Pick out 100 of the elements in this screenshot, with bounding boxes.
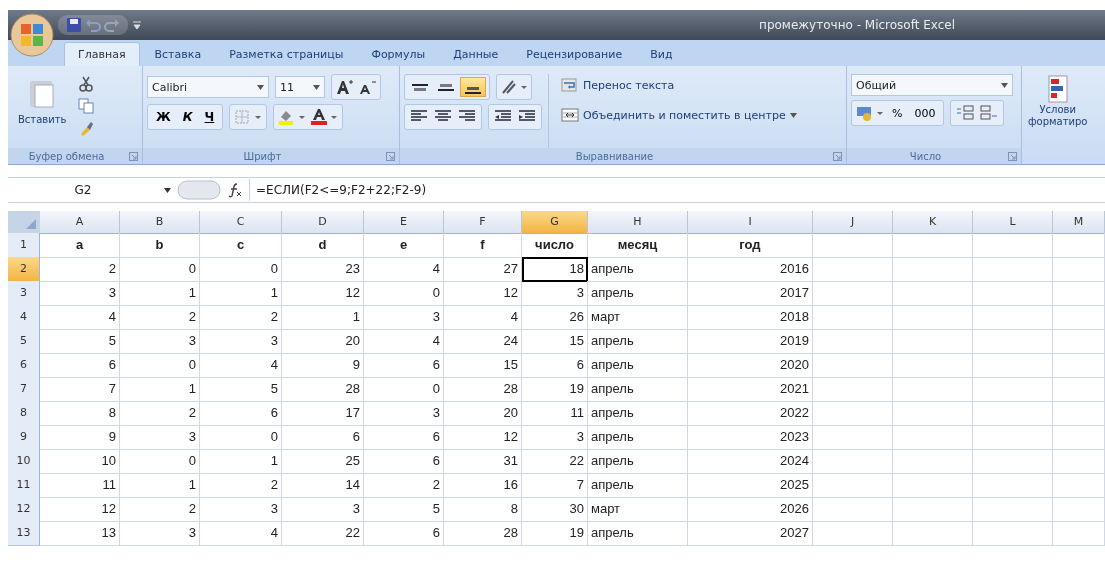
dropdown-icon[interactable] — [164, 187, 171, 193]
table-cell: 2 — [200, 473, 282, 498]
currency-icon[interactable] — [855, 104, 885, 122]
row-header[interactable]: 5 — [8, 329, 40, 354]
merge-center-button[interactable]: Объединить и поместить в центре — [555, 104, 803, 126]
column-header[interactable]: M — [1053, 211, 1105, 234]
table-cell: 2 — [200, 305, 282, 330]
column-header[interactable]: E — [364, 211, 444, 234]
table-cell: 0 — [364, 377, 444, 402]
table-cell: 0 — [364, 281, 444, 306]
font-name-field[interactable]: Calibri — [147, 76, 269, 98]
font-color-icon[interactable] — [309, 108, 340, 126]
table-cell: 2023 — [688, 425, 813, 450]
column-header[interactable]: G — [522, 211, 588, 234]
table-cell: 11 — [522, 401, 588, 426]
table-cell: 8 — [444, 497, 522, 522]
table-cell: f — [444, 233, 522, 258]
table-cell: месяц — [588, 233, 688, 258]
table-cell: 20 — [282, 329, 364, 354]
italic-button[interactable]: К — [177, 107, 198, 127]
column-header[interactable]: H — [588, 211, 688, 234]
table-cell: 31 — [444, 449, 522, 474]
table-cell: 6 — [282, 425, 364, 450]
ribbon-tab[interactable]: Рецензирование — [513, 43, 636, 66]
row-header[interactable]: 13 — [8, 521, 40, 546]
table-cell: 0 — [120, 353, 200, 378]
table-cell: 2 — [40, 257, 120, 282]
table-cell: 12 — [444, 425, 522, 450]
table-cell: 3 — [40, 281, 120, 306]
number-format-field[interactable]: Общий — [851, 74, 1013, 96]
align-bottom-button[interactable] — [460, 77, 486, 97]
row-header[interactable]: 4 — [8, 305, 40, 330]
table-cell: 2017 — [688, 281, 813, 306]
table-cell: 0 — [200, 257, 282, 282]
formula-field[interactable]: =ЕСЛИ(F2<=9;F2+22;F2-9) — [249, 179, 1105, 201]
ribbon-tab[interactable]: Главная — [64, 42, 140, 66]
brush-icon[interactable] — [78, 120, 95, 136]
table-cell: 2026 — [688, 497, 813, 522]
column-header[interactable]: D — [282, 211, 364, 234]
ribbon-tab[interactable]: Разметка страницы — [216, 43, 357, 66]
name-box[interactable]: G2 — [8, 183, 158, 197]
conditional-formatting-button[interactable]: Услови форматиро — [1026, 74, 1090, 164]
table-cell: 2016 — [688, 257, 813, 282]
row-header[interactable]: 10 — [8, 449, 40, 474]
thousands-button[interactable]: 000 — [909, 103, 941, 123]
table-cell[interactable]: 18 — [522, 257, 588, 282]
ribbon-tab[interactable]: Вставка — [141, 43, 215, 66]
formula-controls-icon — [177, 180, 221, 200]
wrap-text-button[interactable]: Перенос текста — [555, 74, 803, 96]
row-header[interactable]: 9 — [8, 425, 40, 450]
table-cell: 8 — [40, 401, 120, 426]
align-top-icon — [412, 83, 428, 91]
table-cell: 9 — [40, 425, 120, 450]
table-cell: 6 — [200, 401, 282, 426]
column-header[interactable]: I — [688, 211, 813, 234]
column-header[interactable]: A — [40, 211, 120, 234]
font-size-field[interactable]: 11 — [275, 76, 325, 98]
row-header[interactable]: 2 — [8, 257, 40, 282]
row-header[interactable]: 7 — [8, 377, 40, 402]
group-label: Выравнивание — [574, 150, 655, 162]
ribbon-tab[interactable]: Данные — [440, 43, 512, 66]
wrap-text-icon — [561, 77, 579, 93]
paste-button[interactable]: Вставить — [12, 74, 73, 148]
column-header[interactable]: K — [893, 211, 973, 234]
column-header[interactable]: L — [973, 211, 1053, 234]
table-cell: 22 — [282, 521, 364, 546]
table-cell: 2019 — [688, 329, 813, 354]
table-cell: год — [688, 233, 813, 258]
table-cell: 3 — [120, 521, 200, 546]
row-header[interactable]: 8 — [8, 401, 40, 426]
percent-button[interactable]: % — [887, 103, 908, 123]
save-icon[interactable] — [66, 17, 82, 33]
ribbon-tab[interactable]: Вид — [637, 43, 686, 66]
ribbon-tab[interactable]: Формулы — [358, 43, 439, 66]
table-cell: апрель — [588, 257, 688, 282]
table-cell: 6 — [364, 521, 444, 546]
column-header[interactable]: B — [120, 211, 200, 234]
row-header[interactable]: 3 — [8, 281, 40, 306]
function-icon[interactable] — [227, 182, 243, 198]
column-header[interactable]: J — [813, 211, 893, 234]
scissors-icon[interactable] — [78, 76, 95, 92]
row-header[interactable]: 11 — [8, 473, 40, 498]
table-cell: 25 — [282, 449, 364, 474]
orientation-icon[interactable] — [500, 78, 528, 96]
table-cell: 0 — [120, 449, 200, 474]
empty-cell — [1053, 353, 1105, 378]
table-cell: 2 — [120, 305, 200, 330]
bold-button[interactable]: Ж — [151, 107, 176, 127]
fill-color-icon[interactable] — [277, 108, 308, 126]
table-cell: 23 — [282, 257, 364, 282]
table-cell: 12 — [282, 281, 364, 306]
grow-font-icon[interactable] — [335, 78, 355, 96]
column-header[interactable]: C — [200, 211, 282, 234]
row-header[interactable]: 1 — [8, 233, 40, 258]
row-header[interactable]: 12 — [8, 497, 40, 522]
shrink-font-icon[interactable] — [357, 78, 377, 96]
row-header[interactable]: 6 — [8, 353, 40, 378]
table-cell: 30 — [522, 497, 588, 522]
underline-button[interactable]: Ч — [199, 107, 220, 127]
table-cell: 4 — [200, 353, 282, 378]
